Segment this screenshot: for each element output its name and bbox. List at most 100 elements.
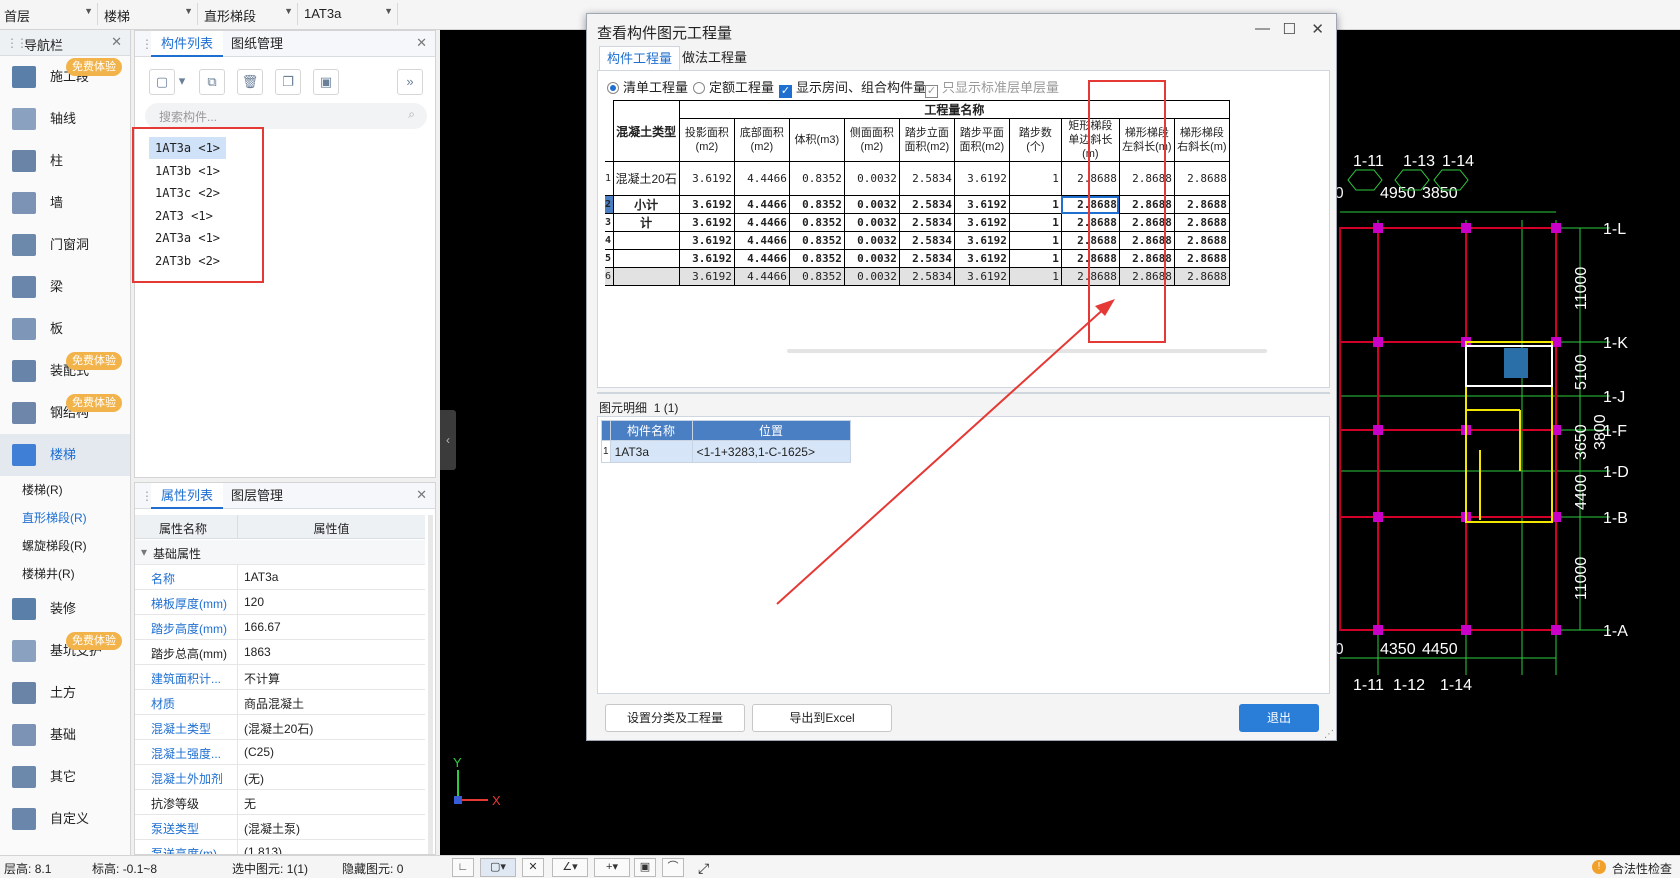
property-value[interactable]: (无) bbox=[237, 765, 425, 789]
table-cell[interactable]: 4.4466 bbox=[733, 161, 790, 196]
sidebar-item[interactable]: 施工段 免费体验 bbox=[0, 56, 130, 98]
table-cell[interactable]: 2.8688 bbox=[1173, 249, 1230, 268]
maximize-icon[interactable]: ☐ bbox=[1283, 20, 1296, 38]
property-row[interactable]: 混凝土外加剂 (无) bbox=[135, 765, 425, 790]
table-cell[interactable]: 1 bbox=[1008, 213, 1062, 232]
table-cell[interactable]: 0.8352 bbox=[788, 161, 845, 196]
property-row[interactable]: 建筑面积计... 不计算 bbox=[135, 665, 425, 690]
table-cell[interactable]: 2.8688 bbox=[1173, 213, 1230, 232]
property-value[interactable]: (混凝土泵) bbox=[237, 815, 425, 839]
search-icon[interactable]: ⌕ bbox=[408, 107, 415, 122]
tab-drawing-management[interactable]: 图纸管理 bbox=[221, 31, 293, 57]
table-cell-category[interactable] bbox=[612, 231, 680, 250]
table-cell[interactable]: 4.4466 bbox=[733, 231, 790, 250]
property-value[interactable]: 1863 bbox=[237, 640, 425, 664]
fullscreen-icon[interactable]: ⤢ bbox=[698, 860, 709, 877]
property-value[interactable]: 商品混凝土 bbox=[237, 690, 425, 714]
table-cell-category[interactable]: 小计 bbox=[612, 195, 680, 214]
table-cell[interactable]: 3.6192 bbox=[678, 249, 735, 268]
property-value[interactable]: 不计算 bbox=[237, 665, 425, 689]
sidebar-item[interactable]: 自定义 bbox=[0, 798, 130, 840]
chevron-down-icon[interactable]: ▾ bbox=[175, 69, 189, 95]
free-trial-badge[interactable]: 免费体验 bbox=[66, 352, 122, 370]
table-cell[interactable]: 3.6192 bbox=[678, 161, 735, 196]
free-trial-badge[interactable]: 免费体验 bbox=[66, 58, 122, 76]
sidebar-subitem[interactable]: 直形梯段(R) bbox=[0, 504, 130, 532]
table-cell[interactable]: 0.0032 bbox=[843, 267, 900, 286]
close-icon[interactable]: ✕ bbox=[416, 487, 427, 503]
sidebar-item[interactable]: 柱 bbox=[0, 140, 130, 182]
table-cell[interactable]: 1 bbox=[1008, 195, 1062, 214]
component-select[interactable]: 1AT3a ▼ bbox=[300, 3, 398, 25]
duplicate-icon[interactable]: ❐ bbox=[275, 69, 301, 95]
snap-icon[interactable]: ∟ bbox=[452, 858, 474, 877]
sidebar-item[interactable]: 装配式 免费体验 bbox=[0, 350, 130, 392]
table-cell[interactable]: 3.6192 bbox=[678, 267, 735, 286]
option-list-quantity[interactable]: 清单工程量 bbox=[607, 77, 688, 96]
sidebar-item[interactable]: 基坑支护 免费体验 bbox=[0, 630, 130, 672]
free-trial-badge[interactable]: 免费体验 bbox=[66, 632, 122, 650]
table-row[interactable]: 1 1AT3a <1-1+3283,1-C-1625> bbox=[601, 440, 851, 463]
sidebar-item[interactable]: 楼梯 bbox=[0, 434, 130, 476]
table-cell[interactable]: 1 bbox=[1008, 161, 1062, 196]
table-cell[interactable]: 3.6192 bbox=[953, 161, 1010, 196]
property-value[interactable]: 无 bbox=[237, 790, 425, 814]
property-row[interactable]: 混凝土强度... (C25) bbox=[135, 740, 425, 765]
setup-classification-button[interactable]: 设置分类及工程量 bbox=[605, 704, 745, 732]
tab-layer-management[interactable]: 图层管理 bbox=[221, 483, 293, 509]
table-cell[interactable]: 4.4466 bbox=[733, 249, 790, 268]
table-cell-category[interactable]: 计 bbox=[612, 213, 680, 232]
collapse-icon[interactable]: ▾ bbox=[141, 545, 147, 559]
property-row[interactable]: 材质 商品混凝土 bbox=[135, 690, 425, 715]
table-cell[interactable]: 1 bbox=[1008, 267, 1062, 286]
property-row[interactable]: 泵送类型 (混凝土泵) bbox=[135, 815, 425, 840]
property-group-row[interactable]: ▾ 基础属性 bbox=[135, 540, 425, 565]
table-cell[interactable]: 4.4466 bbox=[733, 213, 790, 232]
close-icon[interactable]: ✕ bbox=[416, 35, 427, 51]
table-cell[interactable]: 3.6192 bbox=[953, 249, 1010, 268]
table-cell[interactable]: 3.6192 bbox=[953, 213, 1010, 232]
table-cell[interactable]: 0.8352 bbox=[788, 231, 845, 250]
sidebar-item[interactable]: 基础 bbox=[0, 714, 130, 756]
table-cell[interactable]: 2.5834 bbox=[898, 195, 955, 214]
category-select[interactable]: 楼梯 ▼ bbox=[100, 3, 198, 25]
table-cell[interactable]: 3.6192 bbox=[953, 195, 1010, 214]
offset-icon[interactable]: +▾ bbox=[594, 858, 630, 877]
property-value[interactable]: (混凝土20石) bbox=[237, 715, 425, 739]
sidebar-item[interactable]: 门窗洞 bbox=[0, 224, 130, 266]
table-cell-category[interactable] bbox=[612, 267, 680, 286]
property-row[interactable]: 踏步高度(mm) 166.67 bbox=[135, 615, 425, 640]
table-cell[interactable]: 0.0032 bbox=[843, 195, 900, 214]
sidebar-item[interactable]: 钢结构 免费体验 bbox=[0, 392, 130, 434]
layer-icon[interactable]: ▣ bbox=[313, 69, 339, 95]
sidebar-subitem[interactable]: 楼梯(R) bbox=[0, 476, 130, 504]
table-cell[interactable]: 2.8688 bbox=[1173, 231, 1230, 250]
validity-check-link[interactable]: 合法性检查 bbox=[1612, 860, 1672, 877]
sidebar-item[interactable]: 装修 bbox=[0, 588, 130, 630]
drag-grip-icon[interactable]: ⋮⋮ bbox=[6, 36, 28, 50]
angle-icon[interactable]: ∠▾ bbox=[552, 858, 588, 877]
table-cell-category[interactable]: 混凝土20石 bbox=[612, 161, 680, 196]
tab-component-list[interactable]: 构件列表 bbox=[151, 31, 224, 57]
close-icon[interactable]: ✕ bbox=[1311, 20, 1324, 38]
property-row[interactable]: 混凝土类型 (混凝土20石) bbox=[135, 715, 425, 740]
table-cell[interactable]: 0.0032 bbox=[843, 231, 900, 250]
table-cell[interactable]: 1 bbox=[1008, 231, 1062, 250]
table-cell[interactable]: 2.8688 bbox=[1173, 267, 1230, 286]
sidebar-subitem[interactable]: 螺旋梯段(R) bbox=[0, 532, 130, 560]
table-cell[interactable]: 2.5834 bbox=[898, 231, 955, 250]
exit-button[interactable]: 退出 bbox=[1239, 704, 1319, 732]
table-cell[interactable]: 0.8352 bbox=[788, 249, 845, 268]
copy-icon[interactable]: ⧉ bbox=[199, 69, 225, 95]
property-row[interactable]: 梯板厚度(mm) 120 bbox=[135, 590, 425, 615]
export-excel-button[interactable]: 导出到Excel bbox=[752, 704, 892, 732]
table-cell[interactable]: 0.0032 bbox=[843, 213, 900, 232]
new-component-icon[interactable]: ▢ bbox=[149, 69, 175, 95]
table-cell[interactable]: 2.8688 bbox=[1173, 161, 1230, 196]
property-value[interactable]: 120 bbox=[237, 590, 425, 614]
arc-icon[interactable]: ⌒ bbox=[662, 858, 684, 877]
sidebar-item[interactable]: 梁 bbox=[0, 266, 130, 308]
table-cell[interactable]: 3.6192 bbox=[678, 213, 735, 232]
table-cell[interactable]: 2.8688 bbox=[1173, 195, 1230, 214]
detail-component-name[interactable]: 1AT3a bbox=[609, 440, 693, 463]
